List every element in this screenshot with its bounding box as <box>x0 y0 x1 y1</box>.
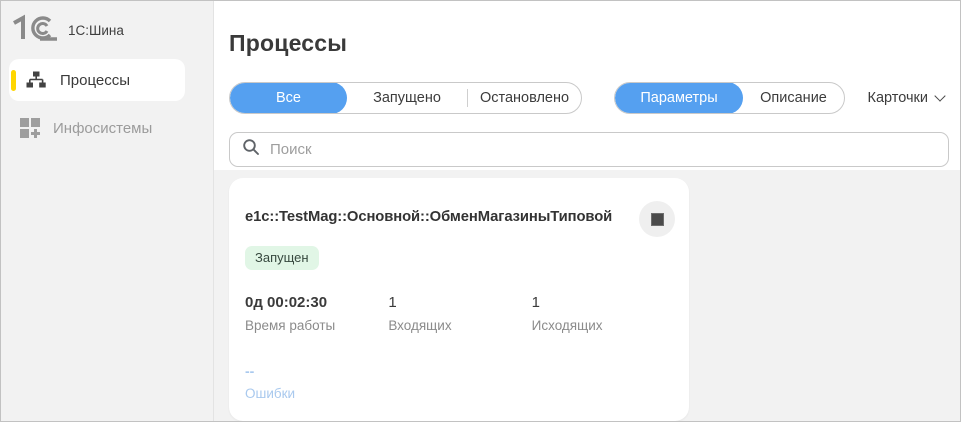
status-filter-stopped[interactable]: Остановлено <box>468 82 581 114</box>
stat-value: 1 <box>532 294 675 311</box>
page-header: Процессы Все Запущено Остановлено Параме… <box>214 1 960 170</box>
stat-label: Входящих <box>388 318 531 333</box>
stop-process-button[interactable] <box>639 201 675 237</box>
filters-row: Все Запущено Остановлено Параметры Описа… <box>229 82 949 114</box>
processes-icon <box>25 69 47 91</box>
errors-value: -- <box>245 363 675 379</box>
chevron-down-icon <box>934 90 945 101</box>
sidebar: 1С:Шина Процессы <box>1 1 214 421</box>
search-row <box>229 132 949 167</box>
sidebar-item-processes[interactable]: Процессы <box>9 59 185 101</box>
active-accent-bar <box>11 70 16 91</box>
main-area: Процессы Все Запущено Остановлено Параме… <box>214 1 960 421</box>
search-icon <box>242 138 260 161</box>
card-head: e1c::TestMag::Основной::ОбменМагазиныТип… <box>245 201 675 237</box>
stop-icon <box>651 213 664 226</box>
sidebar-item-label: Процессы <box>60 72 130 89</box>
stat-value: 1 <box>388 294 531 311</box>
stats-row: 0д 00:02:30 Время работы 1 Входящих 1 Ис… <box>245 294 675 333</box>
sidebar-item-label: Инфосистемы <box>53 120 152 137</box>
stat-label: Время работы <box>245 318 388 333</box>
stat-uptime: 0д 00:02:30 Время работы <box>245 294 388 333</box>
stat-value: 0д 00:02:30 <box>245 294 388 311</box>
status-filter-running[interactable]: Запущено <box>347 82 467 114</box>
sidebar-item-infosystems[interactable]: Инфосистемы <box>1 107 213 149</box>
brand-row: 1С:Шина <box>1 1 213 47</box>
page-title: Процессы <box>229 1 949 57</box>
stat-incoming: 1 Входящих <box>388 294 531 333</box>
infosystems-icon <box>19 117 41 139</box>
view-filter-description[interactable]: Описание <box>743 82 844 114</box>
search-box[interactable] <box>229 132 949 167</box>
process-card[interactable]: e1c::TestMag::Основной::ОбменМагазиныТип… <box>229 178 689 421</box>
status-badge: Запущен <box>245 246 319 270</box>
view-filter-parameters[interactable]: Параметры <box>615 82 743 114</box>
sidebar-nav: Процессы Инфосистемы <box>1 59 213 149</box>
status-filter-group: Все Запущено Остановлено <box>229 82 582 114</box>
app-window: 1С:Шина Процессы <box>0 0 961 422</box>
1c-logo-icon <box>10 14 58 47</box>
status-filter-all[interactable]: Все <box>230 82 347 114</box>
stat-label: Исходящих <box>532 318 675 333</box>
view-filter-group: Параметры Описание <box>614 82 845 114</box>
errors-link[interactable]: Ошибки <box>245 386 675 401</box>
process-title: e1c::TestMag::Основной::ОбменМагазиныТип… <box>245 201 633 225</box>
layout-dropdown-label: Карточки <box>868 90 928 106</box>
stat-outgoing: 1 Исходящих <box>532 294 675 333</box>
layout-dropdown[interactable]: Карточки <box>868 90 949 106</box>
errors-block: -- Ошибки <box>245 363 675 401</box>
brand-label: 1С:Шина <box>68 23 124 38</box>
search-input[interactable] <box>270 141 936 158</box>
process-list-panel: e1c::TestMag::Основной::ОбменМагазиныТип… <box>214 170 960 421</box>
